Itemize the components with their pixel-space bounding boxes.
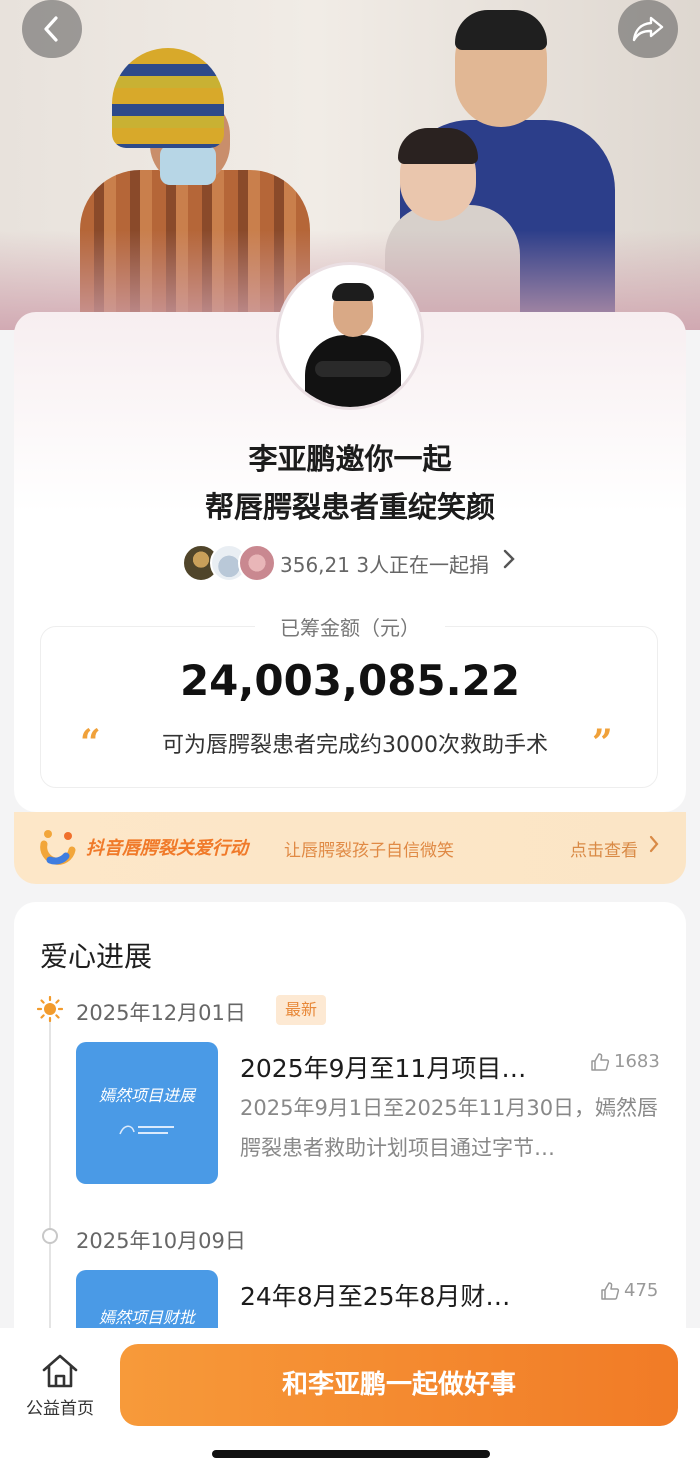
donor-avatars[interactable] [182,543,276,583]
impact-text: 可为唇腭裂患者完成约3000次救助手术 [162,733,548,758]
progress-title: 爱心进展 [40,940,153,973]
smile-logo-icon [40,830,76,865]
banner-subtitle: 让唇腭裂孩子自信微笑 [284,841,454,861]
new-badge: 最新 [276,995,326,1025]
progress-item-title[interactable]: 2025年9月至11月项目… [240,1049,526,1085]
chevron-right-icon[interactable] [502,548,516,576]
home-indicator [212,1450,490,1458]
campaign-title-line2: 帮唇腭裂患者重绽笑颜 [204,490,495,524]
thumbs-up-icon [591,1052,610,1071]
banner-title: 抖音唇腭裂关爱行动 [86,838,248,859]
timeline-line [49,1022,51,1352]
quote-close-icon: ” [592,722,613,764]
avatar[interactable] [276,262,424,410]
thumbnail-title: 嫣然项目进展 [98,1086,195,1105]
home-label: 公益首页 [26,1399,94,1419]
donor-count[interactable]: 356,21 3人正在一起捐 [280,549,489,578]
progress-date: 2025年10月09日 [76,1229,246,1253]
donate-button[interactable]: 和李亚鹏一起做好事 [120,1344,678,1426]
banner-link[interactable]: 点击查看 [570,836,638,861]
sun-icon [37,996,63,1022]
like-button[interactable]: 1683 [590,1051,660,1072]
like-count: 1683 [614,1051,660,1072]
chevron-right-icon[interactable] [648,834,660,859]
raised-amount-box [40,626,658,788]
raised-label: 已筹金额（元） [255,612,445,641]
donor-avatar [238,544,276,582]
timeline-dot-icon [42,1228,58,1244]
home-button[interactable]: 公益首页 [22,1350,98,1420]
home-icon [42,1354,78,1388]
raised-amount: 24,003,085.22 [179,656,521,705]
progress-date: 2025年12月01日 [76,1001,246,1025]
like-button[interactable]: 475 [600,1280,658,1301]
progress-item-desc: 2025年9月1日至2025年11月30日，嫣然唇腭裂患者救助计划项目通过字节… [240,1096,659,1160]
quote-open-icon: “ [80,722,101,764]
chevron-left-icon [44,16,58,42]
like-count: 475 [624,1280,659,1301]
progress-item-title[interactable]: 24年8月至25年8月财… [240,1277,510,1313]
progress-thumbnail[interactable]: 嫣然项目进展 [76,1042,218,1184]
smileangel-logo-icon [119,1125,174,1135]
thumbnail-title: 嫣然项目财批 [98,1308,195,1327]
campaign-title-line1: 李亚鹏邀你一起 [248,442,452,476]
back-button[interactable] [22,0,82,58]
share-button[interactable] [618,0,678,58]
thumbs-up-icon [601,1281,620,1300]
share-arrow-icon [632,16,664,42]
